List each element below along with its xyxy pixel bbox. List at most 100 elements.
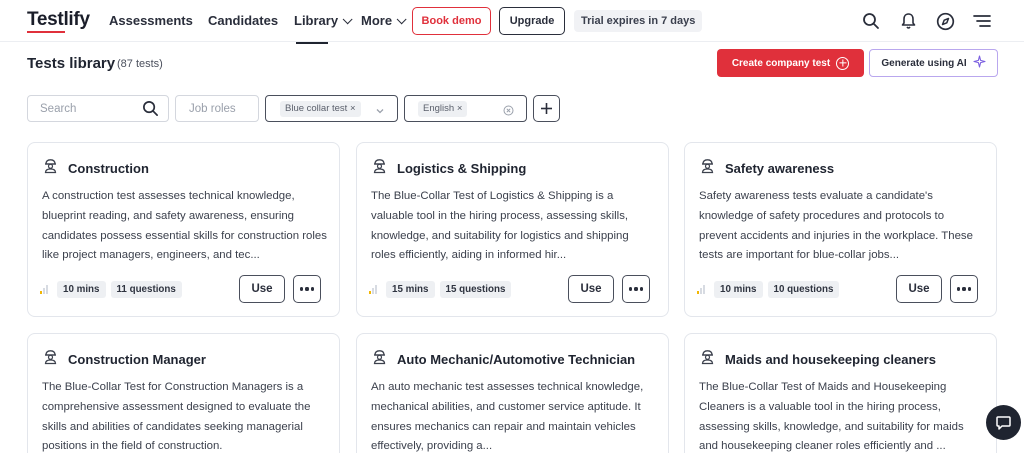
create-company-test-label: Create company test: [731, 57, 831, 69]
category-select[interactable]: Blue collar test ×: [265, 95, 398, 122]
duration-tag: 10 mins: [714, 281, 763, 298]
test-card[interactable]: Maids and housekeeping cleaners The Blue…: [684, 333, 997, 453]
dot: [956, 287, 960, 291]
test-card[interactable]: Logistics & Shipping The Blue-Collar Tes…: [356, 142, 669, 317]
search-icon[interactable]: [860, 10, 882, 32]
book-demo-button[interactable]: Book demo: [412, 7, 491, 35]
nav-active-indicator: [296, 42, 328, 44]
worker-icon: [42, 157, 59, 179]
nav-more[interactable]: More: [361, 13, 407, 28]
clear-circle-icon[interactable]: [503, 103, 514, 121]
chevron-down-icon: [342, 14, 353, 25]
card-header: Auto Mechanic/Automotive Technician: [371, 348, 635, 370]
dot: [311, 287, 315, 291]
language-chip-label: English: [423, 103, 455, 114]
questions-tag: 11 questions: [110, 281, 182, 298]
more-options-button[interactable]: [622, 275, 650, 303]
worker-icon: [42, 348, 59, 370]
logo[interactable]: Testlify: [27, 9, 90, 31]
dot: [640, 287, 644, 291]
worker-icon: [371, 348, 388, 370]
card-description: An auto mechanic test assesses technical…: [371, 381, 644, 453]
dot: [968, 287, 972, 291]
search-input[interactable]: Search: [27, 95, 169, 122]
close-icon[interactable]: ×: [457, 103, 463, 114]
trial-badge: Trial expires in 7 days: [574, 10, 703, 32]
chevron-down-icon: [396, 14, 407, 25]
duration-tag: 15 mins: [386, 281, 435, 298]
page-title: Tests library: [27, 55, 116, 72]
difficulty-icon: [369, 285, 377, 294]
language-select[interactable]: English ×: [404, 95, 527, 122]
card-description: The Blue-Collar Test of Maids and Housek…: [699, 381, 964, 453]
tests-count: (87 tests): [117, 58, 163, 70]
card-meta: 15 mins 15 questions: [369, 281, 512, 298]
search-icon[interactable]: [142, 100, 159, 122]
card-header: Construction Manager: [42, 348, 206, 370]
nav-library-label: Library: [294, 13, 339, 28]
plus-icon: [541, 103, 552, 114]
use-button[interactable]: Use: [239, 275, 285, 303]
create-company-test-button[interactable]: Create company test: [717, 49, 864, 77]
more-options-button[interactable]: [950, 275, 978, 303]
difficulty-icon: [40, 285, 48, 294]
bell-icon[interactable]: [897, 10, 919, 32]
generate-using-ai-button[interactable]: Generate using AI: [869, 49, 998, 77]
card-meta: 10 mins 10 questions: [697, 281, 840, 298]
nav-library[interactable]: Library: [294, 13, 353, 28]
worker-icon: [699, 157, 716, 179]
test-card[interactable]: Construction A construction test assesse…: [27, 142, 340, 317]
language-chip[interactable]: English ×: [418, 101, 468, 117]
card-title[interactable]: Auto Mechanic/Automotive Technician: [397, 352, 635, 367]
dot: [962, 287, 966, 291]
menu-icon[interactable]: [971, 10, 993, 32]
category-chip-label: Blue collar test: [285, 103, 348, 114]
worker-icon: [699, 348, 716, 370]
test-card[interactable]: Construction Manager The Blue-Collar Tes…: [27, 333, 340, 453]
questions-tag: 10 questions: [767, 281, 840, 298]
add-filter-button[interactable]: [533, 95, 560, 122]
card-title[interactable]: Logistics & Shipping: [397, 161, 526, 176]
dot: [299, 287, 303, 291]
test-card[interactable]: Safety awareness Safety awareness tests …: [684, 142, 997, 317]
logo-underline: [27, 31, 65, 33]
upgrade-button[interactable]: Upgrade: [499, 7, 565, 35]
chat-icon: [996, 416, 1011, 430]
card-title[interactable]: Safety awareness: [725, 161, 834, 176]
test-card[interactable]: Auto Mechanic/Automotive Technician An a…: [356, 333, 669, 453]
card-title[interactable]: Maids and housekeeping cleaners: [725, 352, 936, 367]
difficulty-icon: [697, 285, 705, 294]
job-roles-select[interactable]: Job roles: [175, 95, 259, 122]
card-title[interactable]: Construction: [68, 161, 149, 176]
card-header: Construction: [42, 157, 149, 179]
search-placeholder: Search: [40, 103, 77, 115]
dot: [634, 287, 638, 291]
nav-more-label: More: [361, 13, 393, 28]
plus-circle-icon: [836, 56, 850, 70]
chat-support-button[interactable]: [986, 405, 1021, 440]
card-description: Safety awareness tests evaluate a candid…: [699, 190, 973, 262]
compass-icon[interactable]: [934, 10, 956, 32]
category-chip[interactable]: Blue collar test ×: [280, 101, 361, 117]
chevron-down-icon[interactable]: [375, 103, 385, 121]
top-navbar: Testlify Assessments Candidates Library …: [0, 0, 1024, 42]
use-button[interactable]: Use: [896, 275, 942, 303]
card-header: Safety awareness: [699, 157, 834, 179]
card-description: A construction test assesses technical k…: [42, 190, 327, 262]
sparkle-icon: [973, 55, 986, 71]
nav-candidates[interactable]: Candidates: [208, 13, 278, 28]
more-options-button[interactable]: [293, 275, 321, 303]
worker-icon: [371, 157, 388, 179]
dot: [628, 287, 632, 291]
card-meta: 10 mins 11 questions: [40, 281, 182, 298]
card-title[interactable]: Construction Manager: [68, 352, 206, 367]
card-description: The Blue-Collar Test of Logistics & Ship…: [371, 190, 629, 262]
card-header: Maids and housekeeping cleaners: [699, 348, 936, 370]
card-header: Logistics & Shipping: [371, 157, 526, 179]
card-description: The Blue-Collar Test for Construction Ma…: [42, 381, 311, 453]
close-icon[interactable]: ×: [350, 103, 356, 114]
dot: [305, 287, 309, 291]
duration-tag: 10 mins: [57, 281, 106, 298]
nav-assessments[interactable]: Assessments: [109, 13, 193, 28]
use-button[interactable]: Use: [568, 275, 614, 303]
